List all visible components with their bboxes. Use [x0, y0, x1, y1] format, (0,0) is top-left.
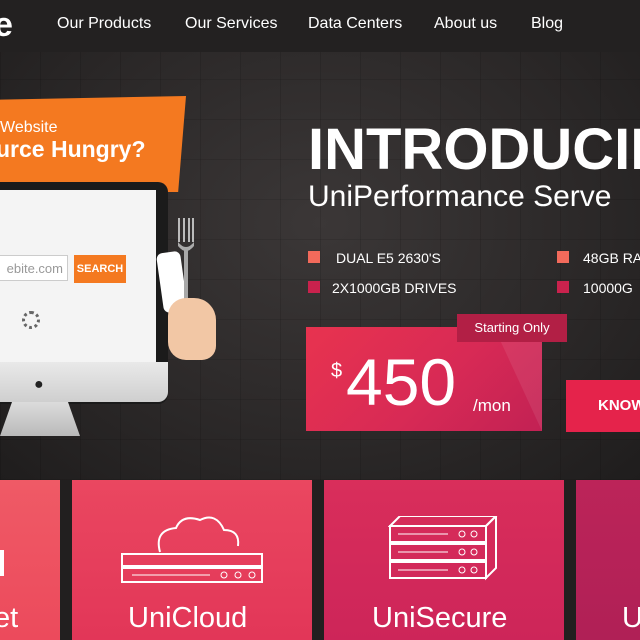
price-value: 450: [346, 345, 457, 419]
product-card-partial-left[interactable]: et: [0, 480, 60, 640]
nav-our-products[interactable]: Our Products: [57, 15, 151, 33]
top-navigation-bar: e Our Products Our Services Data Centers…: [0, 0, 640, 52]
spec-bullet-icon: [557, 281, 569, 293]
nav-about-us[interactable]: About us: [434, 15, 497, 33]
spec-label: 2X1000GB DRIVES: [332, 280, 457, 296]
price-currency: $: [331, 360, 343, 382]
spec-bullet-icon: [308, 281, 320, 293]
site-logo[interactable]: e: [0, 6, 13, 45]
product-card-title: UniSecure: [372, 602, 508, 634]
illustration-search-field: ebite.com: [0, 255, 68, 281]
server-icon-fragment: [0, 550, 4, 576]
product-card-title: UniCloud: [128, 602, 248, 634]
spec-item: 10000G: [557, 280, 633, 296]
starting-price-tag: Starting Only: [457, 314, 567, 342]
nav-data-centers[interactable]: Data Centers: [308, 15, 402, 33]
product-card-unisecure[interactable]: UniSecure: [324, 480, 564, 640]
illustration-search-button: SEARCH: [74, 255, 126, 283]
spec-item: DUAL E5 2630'S: [308, 250, 441, 266]
product-card-title: U: [622, 602, 640, 634]
promo-line-2: urce Hungry?: [0, 136, 146, 162]
spec-label: 48GB RA: [583, 250, 640, 266]
nav-blog[interactable]: Blog: [531, 15, 563, 33]
product-card-partial-right[interactable]: U: [576, 480, 640, 640]
server-rack-icon: [388, 516, 498, 581]
know-more-button[interactable]: KNOW: [566, 380, 640, 432]
hero-title: INTRODUCIN: [308, 117, 640, 182]
nav-our-services[interactable]: Our Services: [185, 15, 277, 33]
spec-bullet-icon: [557, 251, 569, 263]
spec-item: 48GB RA: [557, 250, 640, 266]
promo-line-1: Website: [0, 119, 58, 136]
spec-item: 2X1000GB DRIVES: [308, 280, 457, 296]
spec-bullet-icon: [308, 251, 320, 263]
loading-spinner-icon: [22, 311, 40, 329]
product-card-unicloud[interactable]: UniCloud: [72, 480, 312, 640]
price-unit: /mon: [473, 396, 511, 415]
monitor-chin: [0, 362, 168, 402]
cloud-server-icon: [121, 516, 263, 583]
monitor-stand: [0, 402, 80, 436]
spec-label: DUAL E5 2630'S: [336, 250, 441, 266]
hand-illustration: [168, 298, 216, 360]
apple-logo-icon: ●: [34, 376, 44, 393]
hero-subtitle: UniPerformance Serve: [308, 180, 612, 213]
spec-label: 10000G: [583, 280, 633, 296]
product-card-title: et: [0, 602, 19, 634]
